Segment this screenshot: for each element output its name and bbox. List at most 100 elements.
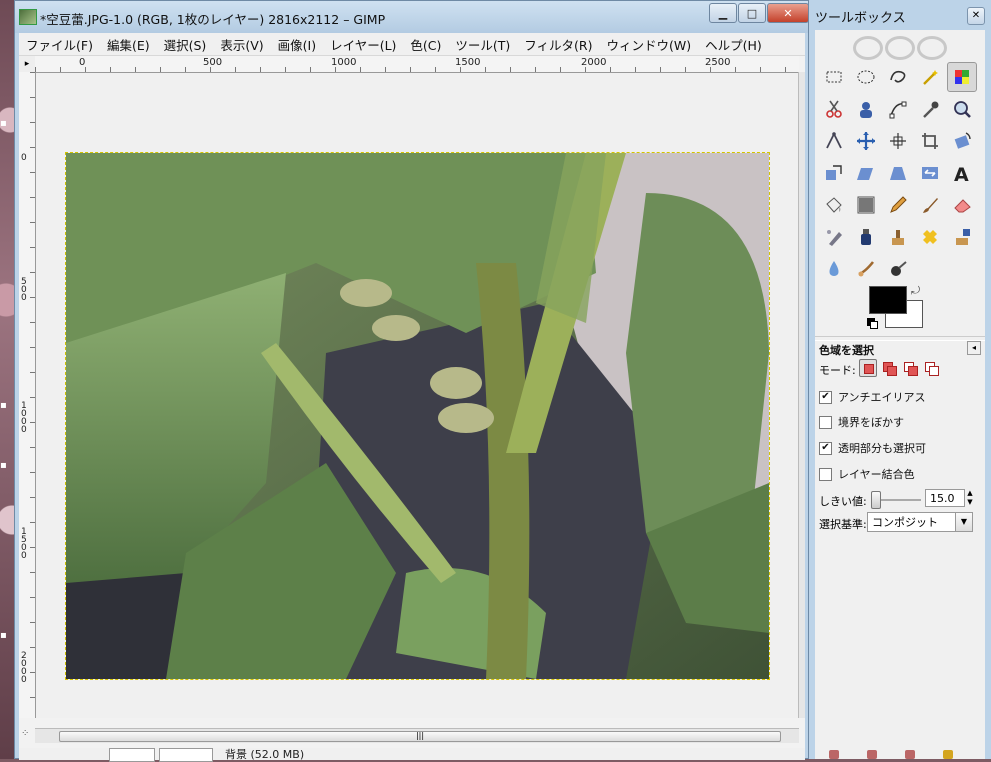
menu-view[interactable]: 表示(V) (213, 35, 270, 54)
menu-file[interactable]: ファイル(F) (19, 35, 100, 54)
desktop-icon[interactable]: ▪ (0, 400, 12, 414)
chevron-down-icon[interactable]: ▼ (955, 513, 972, 531)
checkbox-box[interactable]: ✔ (819, 441, 832, 455)
ruler-label: 0 (79, 57, 86, 68)
horizontal-ruler[interactable]: 0 500 1000 1500 2000 2500 (35, 56, 799, 73)
mode-intersect-button[interactable] (922, 359, 940, 377)
wilber-eye (853, 36, 883, 60)
threshold-label: しきい値: (819, 495, 867, 508)
minimize-button[interactable]: ▁ (709, 3, 737, 23)
image-window-titlebar[interactable]: *空豆蕾.JPG-1.0 (RGB, 1枚のレイヤー) 2816x2112 – … (15, 1, 809, 33)
scissors-tool-button[interactable] (819, 94, 849, 124)
ruler-label: 2000 (581, 57, 607, 68)
image-photo-broad-bean-plant[interactable] (65, 152, 770, 680)
close-button[interactable]: ✕ (767, 3, 809, 23)
menu-filters[interactable]: フィルタ(R) (517, 35, 599, 54)
smudge-tool-button[interactable] (851, 254, 881, 284)
crop-tool-button[interactable] (915, 126, 945, 156)
select-transparent-checkbox[interactable]: ✔ 透明部分も選択可 (819, 440, 926, 456)
flip-tool-button[interactable] (915, 158, 945, 188)
free-select-tool-button[interactable] (883, 62, 913, 92)
menu-help[interactable]: ヘルプ(H) (698, 35, 769, 54)
desktop-icon[interactable]: ▪ (0, 118, 12, 132)
threshold-spin-arrows-icon[interactable]: ▲ ▼ (965, 489, 975, 507)
unit-selector[interactable] (109, 748, 155, 762)
menu-tools[interactable]: ツール(T) (448, 35, 517, 54)
menu-windows[interactable]: ウィンドウ(W) (600, 35, 699, 54)
mode-buttons (859, 359, 943, 377)
sample-merged-checkbox[interactable]: レイヤー結合色 (819, 466, 915, 482)
window-title: *空豆蕾.JPG-1.0 (RGB, 1枚のレイヤー) 2816x2112 – … (40, 12, 386, 27)
threshold-input[interactable]: 15.0 (925, 489, 965, 507)
foreground-select-tool-button[interactable] (851, 94, 881, 124)
menu-edit[interactable]: 編集(E) (100, 35, 157, 54)
desktop-icon[interactable]: ▪ (0, 630, 12, 644)
menu-layer[interactable]: レイヤー(L) (323, 35, 403, 54)
measure-icon (826, 131, 842, 149)
mode-replace-button[interactable] (859, 359, 877, 377)
wilber-eye (885, 36, 915, 60)
swap-colors-icon[interactable]: ⤾ (911, 284, 920, 298)
fuzzy-select-tool-button[interactable] (915, 62, 945, 92)
pencil-tool-button[interactable] (883, 190, 913, 220)
text-tool-button[interactable]: A (947, 158, 977, 188)
menu-image[interactable]: 画像(I) (271, 35, 323, 54)
paths-tool-button[interactable] (883, 94, 913, 124)
antialias-checkbox[interactable]: ✔ アンチエイリアス (819, 389, 926, 405)
color-select-tool-button[interactable] (947, 62, 977, 92)
image-canvas[interactable] (36, 73, 799, 718)
threshold-slider-handle[interactable] (871, 491, 881, 509)
toolbox-close-button[interactable]: ✕ (967, 7, 985, 25)
fuzzy-select-icon (923, 70, 938, 85)
mode-add-button[interactable] (880, 359, 898, 377)
collapse-arrow-icon[interactable]: ◂ (967, 341, 981, 355)
navigate-icon[interactable]: ⁘ (21, 728, 33, 740)
paintbrush-tool-button[interactable] (915, 190, 945, 220)
align-tool-button[interactable] (883, 126, 913, 156)
desktop-icon[interactable]: ▪ (0, 460, 12, 474)
shear-tool-button[interactable] (851, 158, 881, 188)
vertical-ruler[interactable]: 0 500 1000 1500 2000 (19, 72, 36, 718)
dock-tab-icon[interactable] (867, 750, 877, 759)
checkbox-box[interactable]: ✔ (819, 390, 832, 404)
dock-tab-icon[interactable] (943, 750, 953, 759)
dock-tab-icon[interactable] (905, 750, 915, 759)
maximize-button[interactable]: □ (738, 3, 766, 23)
reset-colors-icon[interactable] (867, 318, 878, 329)
rotate-tool-button[interactable] (947, 126, 977, 156)
perspective-tool-button[interactable] (883, 158, 913, 188)
move-tool-button[interactable] (851, 126, 881, 156)
quick-mask-toggle-icon[interactable]: ▸ (19, 56, 36, 73)
mode-subtract-button[interactable] (901, 359, 919, 377)
clone-tool-button[interactable] (883, 222, 913, 252)
ellipse-select-tool-button[interactable] (851, 62, 881, 92)
dock-tab-icon[interactable] (829, 750, 839, 759)
eraser-tool-button[interactable] (947, 190, 977, 220)
checkbox-box[interactable] (819, 467, 832, 481)
feather-checkbox[interactable]: 境界をぼかす (819, 414, 904, 430)
criterion-dropdown[interactable]: コンポジット ▼ (867, 512, 973, 532)
blend-tool-button[interactable] (851, 190, 881, 220)
rect-select-icon (826, 71, 842, 83)
foreground-color-swatch[interactable] (869, 286, 907, 314)
perspective-clone-tool-button[interactable] (947, 222, 977, 252)
rect-select-tool-button[interactable] (819, 62, 849, 92)
checkbox-box[interactable] (819, 415, 832, 429)
scrollbar-thumb[interactable]: ||| (59, 731, 781, 742)
vertical-scrollbar[interactable] (798, 72, 805, 718)
horizontal-scrollbar[interactable]: ||| (35, 728, 799, 743)
zoom-selector[interactable] (159, 748, 213, 762)
airbrush-tool-button[interactable] (819, 222, 849, 252)
measure-tool-button[interactable] (819, 126, 849, 156)
color-picker-tool-button[interactable] (915, 94, 945, 124)
heal-tool-button[interactable] (915, 222, 945, 252)
bucket-fill-tool-button[interactable] (819, 190, 849, 220)
menu-colors[interactable]: 色(C) (403, 35, 448, 54)
blur-tool-button[interactable] (819, 254, 849, 284)
menu-select[interactable]: 選択(S) (157, 35, 214, 54)
ink-tool-button[interactable] (851, 222, 881, 252)
dodge-burn-tool-button[interactable] (883, 254, 913, 284)
scale-tool-button[interactable] (819, 158, 849, 188)
dodge-burn-icon (891, 261, 907, 276)
zoom-tool-button[interactable] (947, 94, 977, 124)
